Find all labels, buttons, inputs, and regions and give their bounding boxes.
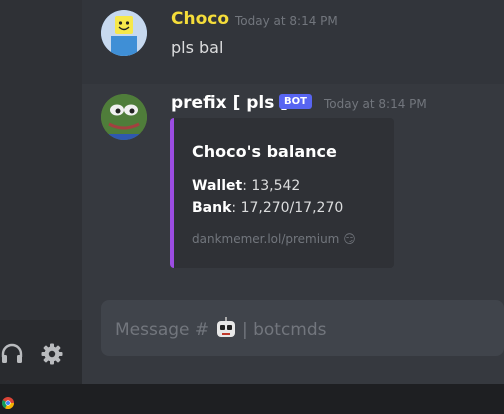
bank-value: : 17,270/17,270 <box>231 200 344 216</box>
wallet-line: Wallet: 13,542 <box>192 178 300 194</box>
bot-username[interactable]: prefix [ pls ] <box>171 93 288 113</box>
message-hover-highlight <box>82 0 504 84</box>
smirk-emoji-icon: 😏 <box>343 232 356 246</box>
headphones-icon[interactable] <box>0 342 24 366</box>
embed-footer[interactable]: dankmemer.lol/premium 😏 <box>192 232 356 246</box>
bank-line: Bank: 17,270/17,270 <box>192 200 343 216</box>
message-timestamp: Today at 8:14 PM <box>324 97 427 111</box>
wallet-label: Wallet <box>192 178 243 194</box>
os-taskbar <box>0 384 504 414</box>
placeholder-prefix: Message # <box>115 320 210 340</box>
settings-gear-icon[interactable] <box>40 342 64 366</box>
message-timestamp: Today at 8:14 PM <box>235 14 338 28</box>
message-text: pls bal <box>171 38 224 57</box>
placeholder-channel: | botcmds <box>241 320 327 340</box>
embed-title: Choco's balance <box>192 142 337 161</box>
pepe-frog-avatar[interactable] <box>101 94 147 140</box>
message-username[interactable]: Choco <box>171 9 229 29</box>
chrome-icon[interactable] <box>1 394 15 413</box>
message-input-placeholder: Message # | botcmds <box>115 317 327 340</box>
bot-badge: BOT <box>279 94 312 109</box>
robot-emoji-icon <box>216 317 235 337</box>
roblox-noob-avatar[interactable] <box>101 10 147 56</box>
embed-footer-link[interactable]: dankmemer.lol/premium <box>192 232 339 246</box>
bank-label: Bank <box>192 200 232 216</box>
balance-embed: Choco's balance Wallet: 13,542 Bank: 17,… <box>170 118 394 268</box>
wallet-value: : 13,542 <box>242 178 301 194</box>
message-input[interactable]: Message # | botcmds <box>101 300 504 356</box>
